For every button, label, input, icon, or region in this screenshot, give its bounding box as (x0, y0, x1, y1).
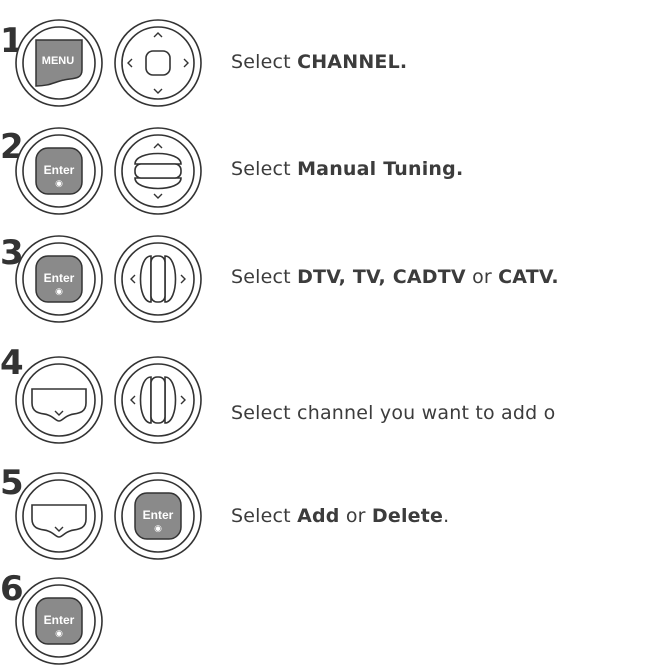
svg-text:◉: ◉ (154, 523, 162, 533)
menu-button-icon: MENU (15, 19, 103, 107)
menu-label: MENU (42, 55, 74, 67)
four-way-nav-icon (114, 19, 202, 107)
up-down-nav-icon (114, 127, 202, 215)
svg-text:Enter: Enter (44, 163, 75, 177)
enter-button-icon: Enter ◉ (15, 577, 103, 665)
svg-text:◉: ◉ (55, 178, 63, 188)
svg-text:◉: ◉ (55, 286, 63, 296)
left-right-nav-icon (114, 235, 202, 323)
enter-button-icon: Enter ◉ (15, 127, 103, 215)
step-1-instruction: Select CHANNEL. (231, 51, 408, 73)
step-3-instruction: Select DTV, TV, CADTV or CATV. (231, 266, 559, 288)
svg-text:Enter: Enter (44, 271, 75, 285)
step-2-instruction: Select Manual Tuning. (231, 158, 464, 180)
enter-button-icon: Enter ◉ (15, 235, 103, 323)
svg-text:Enter: Enter (143, 508, 174, 522)
step-5-instruction: Select Add or Delete. (231, 505, 450, 527)
down-button-icon (15, 472, 103, 560)
enter-button-icon: Enter ◉ (114, 472, 202, 560)
left-right-nav-icon (114, 356, 202, 444)
svg-text:◉: ◉ (55, 628, 63, 638)
step-4-instruction: Select channel you want to add o (231, 402, 556, 424)
svg-text:Enter: Enter (44, 613, 75, 627)
down-button-icon (15, 356, 103, 444)
